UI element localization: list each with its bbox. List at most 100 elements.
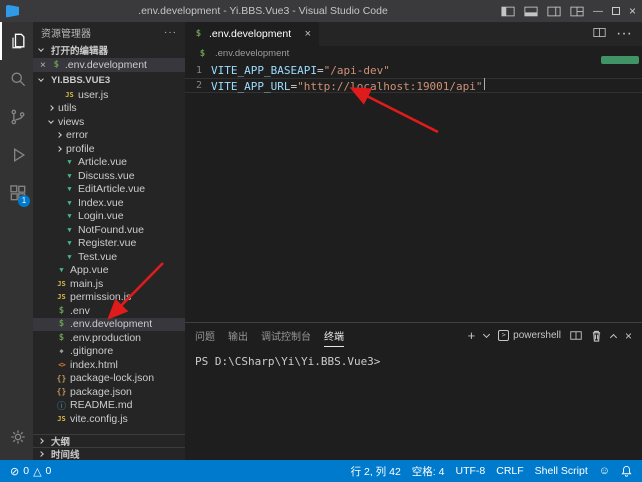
token-key: VITE_APP_URL: [211, 80, 290, 93]
panel-tab-问题[interactable]: 问题: [195, 327, 215, 346]
error-icon: ⊘: [10, 465, 19, 478]
tree-item-README.md[interactable]: ⓘREADME.md: [33, 399, 185, 413]
tree-item-.env.development[interactable]: $.env.development: [33, 318, 185, 332]
panel-header: 问题输出调试控制台终端 + > powershell ×: [185, 323, 642, 348]
tab-close-icon[interactable]: ×: [305, 28, 311, 40]
tree-item-error[interactable]: error: [33, 129, 185, 143]
open-editor-item[interactable]: ×$.env.development: [33, 58, 185, 72]
chevron-right-icon: [56, 132, 62, 138]
tree-item-package.json[interactable]: {}package.json: [33, 385, 185, 399]
tree-item-Article.vue[interactable]: ▼Article.vue: [33, 156, 185, 170]
settings-gear-icon[interactable]: [0, 418, 33, 456]
tree-item-views[interactable]: views: [33, 115, 185, 129]
activity-bar: 1: [0, 22, 33, 460]
explorer-icon[interactable]: [0, 22, 33, 60]
extensions-icon[interactable]: 1: [0, 174, 33, 212]
tree-item-label: .env.development: [70, 318, 152, 330]
terminal-output[interactable]: PS D:\CSharp\Yi\Yi.BBS.Vue3>: [185, 348, 642, 375]
tree-item-label: Index.vue: [78, 197, 124, 209]
outline-section[interactable]: 大纲: [33, 434, 185, 447]
tree-item-NotFound.vue[interactable]: ▼NotFound.vue: [33, 223, 185, 237]
panel-tab-调试控制台[interactable]: 调试控制台: [261, 327, 311, 346]
vue-file-icon: ▼: [64, 158, 75, 166]
maximize-button[interactable]: [612, 7, 620, 15]
run-debug-icon[interactable]: [0, 136, 33, 174]
vue-file-icon: ▼: [64, 253, 75, 261]
breadcrumb[interactable]: $ .env.development: [185, 46, 642, 61]
status-item[interactable]: Shell Script: [535, 465, 588, 477]
close-panel-icon[interactable]: ×: [625, 329, 632, 343]
code-line-2[interactable]: 2VITE_APP_URL="http://localhost:19001/ap…: [185, 78, 642, 93]
project-root-header[interactable]: YI.BBS.VUE3: [33, 72, 185, 88]
tree-item-.env[interactable]: $.env: [33, 304, 185, 318]
error-count: 0: [23, 465, 29, 477]
source-control-icon[interactable]: [0, 98, 33, 136]
more-actions-icon[interactable]: ···: [164, 27, 177, 38]
tree-item-label: package.json: [70, 386, 132, 398]
tree-item-Discuss.vue[interactable]: ▼Discuss.vue: [33, 169, 185, 183]
code-editor[interactable]: 1VITE_APP_BASEAPI="/api-dev"2VITE_APP_UR…: [185, 61, 642, 322]
tree-item-EditArticle.vue[interactable]: ▼EditArticle.vue: [33, 183, 185, 197]
open-editors-list: ×$.env.development: [33, 58, 185, 72]
editor-area: $ .env.development × ··· $ .env.developm…: [185, 22, 642, 460]
tree-item-permission.js[interactable]: JSpermission.js: [33, 291, 185, 305]
tree-item-Login.vue[interactable]: ▼Login.vue: [33, 210, 185, 224]
editor-more-actions-icon[interactable]: ···: [616, 25, 632, 43]
maximize-panel-icon[interactable]: [610, 333, 617, 340]
timeline-section[interactable]: 时间线: [33, 447, 185, 460]
html-file-icon: <>: [56, 361, 67, 369]
terminal-dropdown-icon[interactable]: [483, 330, 490, 337]
tree-item-label: package-lock.json: [70, 372, 154, 384]
notifications-bell-icon[interactable]: [621, 465, 632, 477]
line-number: 1: [185, 65, 211, 76]
tree-item-Test.vue[interactable]: ▼Test.vue: [33, 250, 185, 264]
close-window-button[interactable]: ×: [629, 4, 636, 18]
code-line-1[interactable]: 1VITE_APP_BASEAPI="/api-dev": [185, 63, 642, 78]
tree-item-label: views: [58, 116, 84, 128]
tree-item-vite.config.js[interactable]: JSvite.config.js: [33, 412, 185, 426]
tree-item-Register.vue[interactable]: ▼Register.vue: [33, 237, 185, 251]
close-editor-icon[interactable]: ×: [40, 60, 46, 71]
status-item[interactable]: UTF-8: [455, 465, 485, 477]
tree-item-user.js[interactable]: JSuser.js: [33, 88, 185, 102]
tree-item-main.js[interactable]: JSmain.js: [33, 277, 185, 291]
vue-file-icon: ▼: [64, 239, 75, 247]
chevron-down-icon: [38, 76, 44, 82]
status-item[interactable]: CRLF: [496, 465, 523, 477]
tree-item-label: Test.vue: [78, 251, 117, 263]
open-editors-header[interactable]: 打开的编辑器: [33, 42, 185, 58]
tree-item-label: .env: [70, 305, 90, 317]
token-str: "/api-dev": [324, 64, 390, 77]
toggle-sidebar-icon[interactable]: [501, 6, 515, 17]
tree-item-package-lock.json[interactable]: {}package-lock.json: [33, 372, 185, 386]
toggle-panel-icon[interactable]: [524, 6, 538, 17]
terminal-shell-selector[interactable]: > powershell: [498, 330, 561, 341]
new-terminal-icon[interactable]: +: [468, 328, 476, 343]
sidebar-title-row: 资源管理器 ···: [33, 22, 185, 42]
tree-item-index.html[interactable]: <>index.html: [33, 358, 185, 372]
search-icon[interactable]: [0, 60, 33, 98]
panel-tab-输出[interactable]: 输出: [228, 327, 248, 346]
tree-item-App.vue[interactable]: ▼App.vue: [33, 264, 185, 278]
tree-item-label: vite.config.js: [70, 413, 128, 425]
minimize-button[interactable]: —: [593, 6, 603, 17]
status-item[interactable]: 空格: 4: [412, 464, 445, 479]
kill-terminal-icon[interactable]: [591, 330, 602, 342]
toggle-secondary-sidebar-icon[interactable]: [547, 6, 561, 17]
panel-tab-终端[interactable]: 终端: [324, 327, 344, 347]
extensions-badge: 1: [18, 195, 30, 207]
info-file-icon: ⓘ: [56, 399, 67, 412]
tab-env-development[interactable]: $ .env.development ×: [185, 22, 319, 46]
tree-item-.env.production[interactable]: $.env.production: [33, 331, 185, 345]
split-editor-icon[interactable]: [593, 25, 606, 43]
tree-item-utils[interactable]: utils: [33, 102, 185, 116]
tree-item-.gitignore[interactable]: ◆.gitignore: [33, 345, 185, 359]
status-item[interactable]: 行 2, 列 42: [351, 464, 401, 479]
customize-layout-icon[interactable]: [570, 6, 584, 17]
feedback-smiley-icon[interactable]: ☺: [599, 465, 610, 477]
chevron-down-icon: [48, 118, 54, 124]
tree-item-profile[interactable]: profile: [33, 142, 185, 156]
tree-item-Index.vue[interactable]: ▼Index.vue: [33, 196, 185, 210]
split-terminal-icon[interactable]: [570, 330, 582, 341]
problems-status[interactable]: ⊘ 0 △ 0: [10, 465, 51, 478]
